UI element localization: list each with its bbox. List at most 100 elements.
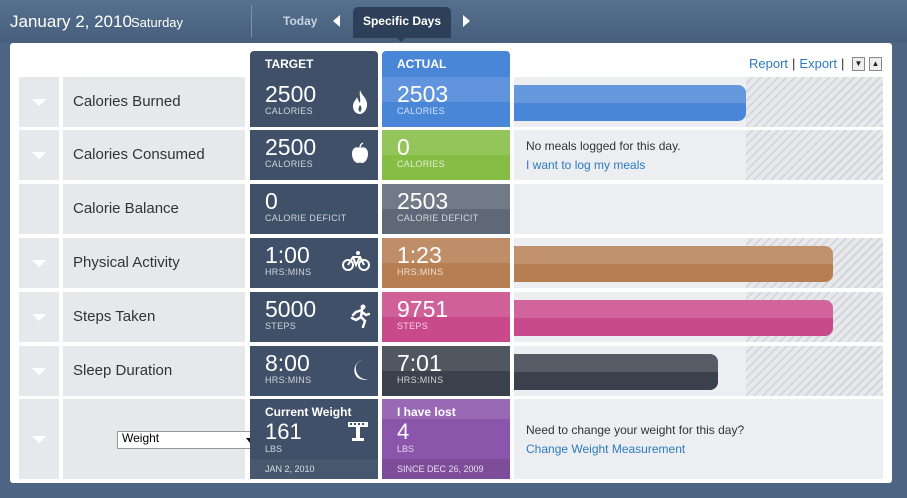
over-target-zone [746, 77, 883, 127]
export-link[interactable]: Export [799, 56, 837, 71]
moon-icon [348, 358, 370, 388]
weight-lost-heading: I have lost [397, 405, 456, 419]
weight-row: Weight Current Weight 161 LBS JAN 2, 201… [19, 399, 883, 479]
progress-area [514, 238, 883, 288]
target-value: 2500 [265, 134, 317, 160]
target-cell: 2500 CALORIES [250, 130, 378, 180]
actual-value: 1:23 [397, 242, 442, 268]
expand-toggle[interactable] [19, 399, 59, 479]
target-value: 2500 [265, 81, 317, 107]
metric-row: Steps Taken 5000 STEPS 9751 STEPS [19, 292, 883, 342]
tab-today[interactable]: Today [283, 14, 317, 28]
log-meals-link[interactable]: I want to log my meals [526, 158, 645, 172]
link-separator: | [792, 56, 796, 71]
target-unit: HRS:MINS [265, 267, 312, 277]
metric-label: Calorie Balance [73, 200, 179, 217]
target-value: 0 [265, 188, 278, 214]
chevron-down-icon [32, 99, 46, 106]
weight-change-message: Need to change your weight for this day? [526, 423, 745, 437]
actual-value: 2503 [397, 81, 449, 107]
actual-column-header: ACTUAL [382, 51, 510, 77]
report-link[interactable]: Report [749, 56, 788, 71]
expand-toggle[interactable] [19, 130, 59, 180]
chevron-down-icon [32, 260, 46, 267]
chevron-down-icon [32, 152, 46, 159]
expand-toggle[interactable] [19, 292, 59, 342]
chevron-down-icon [32, 436, 46, 443]
metric-label: Calories Burned [73, 93, 181, 110]
progress-area [514, 184, 883, 234]
target-unit: CALORIES [265, 106, 313, 116]
header-divider [251, 5, 252, 37]
tab-specific-days[interactable]: Specific Days [353, 7, 451, 38]
actual-unit: STEPS [397, 321, 429, 331]
bar-highlight [514, 85, 746, 103]
actual-unit: HRS:MINS [397, 267, 444, 277]
over-target-zone [746, 130, 883, 180]
actual-cell: 2503 CALORIE DEFICIT [382, 184, 510, 234]
metric-label-cell: Steps Taken [63, 292, 245, 342]
metric-label-cell: Physical Activity [63, 238, 245, 288]
metric-row: Calories Burned 2500 CALORIES 2503 CALORIES [19, 77, 883, 127]
metric-row: Physical Activity 1:00 HRS:MINS 1:23 HRS:MIN… [19, 238, 883, 288]
weight-select-value: Weight [122, 431, 160, 445]
actual-cell: 1:23 HRS:MINS [382, 238, 510, 288]
metric-label: Sleep Duration [73, 362, 173, 379]
actual-cell: 7:01 HRS:MINS [382, 346, 510, 396]
weight-lost-unit: LBS [397, 444, 415, 454]
over-target-zone [746, 346, 883, 396]
target-column-header: TARGET [250, 51, 378, 77]
link-separator: | [841, 56, 845, 71]
bar-highlight [514, 300, 833, 318]
current-weekday: Saturday [131, 15, 184, 30]
collapse-down-icon[interactable]: ▼ [852, 57, 865, 71]
bicycle-icon [342, 250, 370, 278]
metric-label: Physical Activity [73, 254, 180, 271]
progress-bar [514, 354, 719, 390]
expand-toggle[interactable] [19, 238, 59, 288]
next-day-arrow-icon[interactable] [463, 15, 470, 27]
progress-area [514, 292, 883, 342]
no-meals-message: No meals logged for this day. [526, 139, 681, 153]
target-unit: HRS:MINS [265, 375, 312, 385]
change-weight-link[interactable]: Change Weight Measurement [526, 442, 685, 456]
actual-value: 0 [397, 134, 410, 160]
bar-highlight [514, 354, 719, 372]
progress-bar [514, 85, 746, 121]
expand-toggle[interactable] [19, 346, 59, 396]
expand-toggle[interactable] [19, 77, 59, 127]
target-value: 8:00 [265, 350, 310, 376]
metric-row: Sleep Duration 8:00 HRS:MINS 7:01 HRS:MINS [19, 346, 883, 396]
expand-toggle [19, 184, 59, 234]
actual-unit: CALORIE DEFICIT [397, 213, 479, 223]
weight-actual-cell: I have lost 4 LBS SINCE DEC 26, 2009 [382, 399, 510, 479]
weight-select[interactable]: Weight [117, 431, 259, 449]
current-weight-date: JAN 2, 2010 [250, 459, 378, 479]
actual-value: 9751 [397, 296, 449, 322]
actual-value: 7:01 [397, 350, 442, 376]
metric-row: Calorie Balance 0 CALORIE DEFICIT 2503 CALOR… [19, 184, 883, 234]
bar-highlight [514, 246, 833, 264]
current-date: January 2, 2010 [10, 12, 132, 31]
progress-area [514, 346, 883, 396]
flame-icon [350, 89, 370, 121]
target-unit: CALORIE DEFICIT [265, 213, 347, 223]
target-value: 1:00 [265, 242, 310, 268]
target-unit: STEPS [265, 321, 297, 331]
target-cell: 5000 STEPS [250, 292, 378, 342]
actual-unit: HRS:MINS [397, 375, 444, 385]
apple-icon [350, 142, 370, 170]
metric-row: Calories Consumed 2500 CALORIES 0 CALORIES No… [19, 130, 883, 180]
weight-lost-value: 4 [397, 419, 410, 444]
target-cell: 0 CALORIE DEFICIT [250, 184, 378, 234]
current-weight-value: 161 [265, 419, 302, 444]
target-cell: 8:00 HRS:MINS [250, 346, 378, 396]
collapse-up-icon[interactable]: ▲ [869, 57, 882, 71]
previous-day-arrow-icon[interactable] [333, 15, 340, 27]
actual-cell: 0 CALORIES [382, 130, 510, 180]
progress-area: No meals logged for this day. I want to l… [514, 130, 883, 180]
metric-label-cell: Sleep Duration [63, 346, 245, 396]
runner-icon [348, 304, 371, 334]
chevron-down-icon [32, 314, 46, 321]
weight-detail-area: Need to change your weight for this day?… [514, 399, 883, 479]
